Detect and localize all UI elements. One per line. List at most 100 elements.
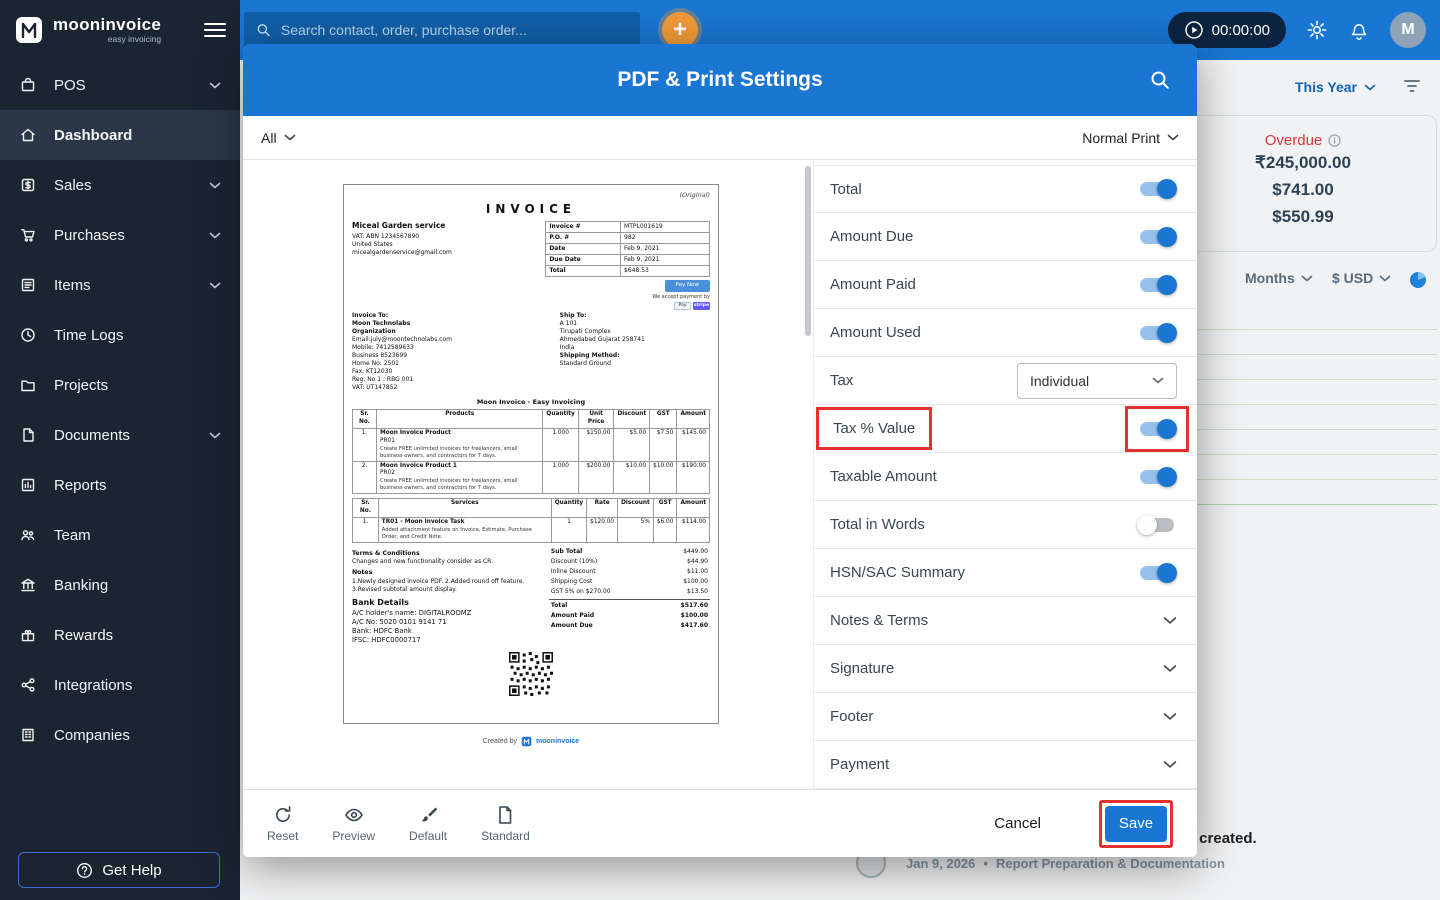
cell: $6.00 <box>652 516 678 543</box>
sidebar-item-label: Integrations <box>54 676 133 694</box>
sidebar-item-team[interactable]: Team <box>0 510 240 560</box>
standard-label: Standard <box>481 828 530 843</box>
cell: 1.000 <box>542 460 579 495</box>
dialog-footer: Reset Preview Default Standard Cancel Sa… <box>243 789 1197 857</box>
section-signature[interactable]: Signature <box>814 645 1197 693</box>
meta-value: Feb 9, 2021 <box>620 254 710 267</box>
section-footer[interactable]: Footer <box>814 693 1197 741</box>
notifications-bell-icon[interactable] <box>1348 19 1370 41</box>
total-in-words-toggle[interactable] <box>1137 514 1177 535</box>
tax-percent-value-toggle[interactable] <box>1137 418 1177 439</box>
section-payment[interactable]: Payment <box>814 741 1197 789</box>
setting-row-amount-used: Amount Used <box>814 309 1197 357</box>
cell: $10.00 <box>649 460 678 495</box>
global-search[interactable] <box>244 12 640 48</box>
sidebar-item-label: Sales <box>54 176 92 194</box>
cancel-button[interactable]: Cancel <box>994 815 1041 832</box>
user-avatar[interactable]: M <box>1390 12 1426 48</box>
meta-value: MTPL001619 <box>620 220 710 234</box>
total-key: Inline Discount <box>550 567 596 575</box>
dialog-search-icon[interactable] <box>1149 69 1171 91</box>
menu-hamburger-icon[interactable] <box>204 22 226 38</box>
total-key: Shipping Cost <box>550 577 593 585</box>
seller-name: Miceal Garden service <box>352 220 446 230</box>
setting-label: Tax % Value <box>833 420 916 437</box>
buyer-line: Email:july@moontechnolabs.com <box>352 335 452 343</box>
quick-add-button[interactable]: + <box>662 12 698 48</box>
print-mode-dropdown[interactable]: Normal Print <box>1082 130 1179 146</box>
total-value: $13.50 <box>687 588 708 596</box>
get-help-button[interactable]: Get Help <box>18 852 220 888</box>
reset-button[interactable]: Reset <box>267 805 298 843</box>
section-label: Footer <box>830 708 874 725</box>
search-input[interactable] <box>280 22 628 38</box>
sidebar-item-reports[interactable]: Reports <box>0 460 240 510</box>
chevron-down-icon <box>209 82 221 88</box>
meta-key: Date <box>545 243 622 256</box>
product-name: Moon Invoice Product <box>380 429 451 436</box>
total-value: $417.60 <box>680 622 708 630</box>
preview-scrollbar[interactable] <box>805 166 811 336</box>
seller-block: Miceal Garden service VAT: ABN 123456789… <box>352 221 538 277</box>
col-header: GST <box>649 409 678 429</box>
sidebar-item-pos[interactable]: POS <box>0 60 240 110</box>
total-toggle[interactable] <box>1137 179 1177 199</box>
amount-paid-toggle[interactable] <box>1137 274 1177 295</box>
save-button[interactable]: Save <box>1105 805 1167 842</box>
ship-line: Tirupati Complex <box>559 327 611 335</box>
sidebar-item-time-logs[interactable]: Time Logs <box>0 310 240 360</box>
cell: 1. <box>352 516 379 543</box>
section-label: Signature <box>830 660 895 677</box>
chevron-down-icon <box>209 282 221 288</box>
timer-widget[interactable]: 00:00:00 <box>1167 12 1286 48</box>
preview-button[interactable]: Preview <box>332 805 375 843</box>
settings-gear-icon[interactable] <box>1306 19 1328 41</box>
sidebar-item-rewards[interactable]: Rewards <box>0 610 240 660</box>
cell: 1 <box>550 516 588 543</box>
table-row: 1. Moon Invoice Product PR01 Create FREE u… <box>352 427 710 462</box>
play-icon[interactable] <box>1184 20 1204 40</box>
sidebar-item-purchases[interactable]: Purchases <box>0 210 240 260</box>
setting-label: Amount Due <box>830 228 914 245</box>
filter-all-dropdown[interactable]: All <box>261 130 296 146</box>
clock-icon <box>21 328 35 342</box>
seller-line: United States <box>352 241 393 249</box>
ship-line: Ahmedabad Gujarat 258741 <box>559 335 645 343</box>
amount-used-toggle[interactable] <box>1137 322 1177 343</box>
sidebar-item-items[interactable]: Items <box>0 260 240 310</box>
invoice-banner: Moon Invoice - Easy Invoicing <box>476 397 586 406</box>
pos-icon <box>21 77 35 92</box>
sidebar-item-companies[interactable]: Companies <box>0 710 240 760</box>
sidebar-item-label: Dashboard <box>54 126 133 144</box>
section-notes-terms[interactable]: Notes & Terms <box>814 597 1197 645</box>
col-header: Products <box>375 409 544 429</box>
reset-icon <box>275 805 291 822</box>
buyer-line: Business 8523699 <box>352 352 408 360</box>
standard-button[interactable]: Standard <box>481 805 530 843</box>
sidebar-item-projects[interactable]: Projects <box>0 360 240 410</box>
invoice-to-heading: Invoice To: <box>352 311 389 319</box>
avatar-initial: M <box>1401 21 1415 38</box>
sidebar-item-banking[interactable]: Banking <box>0 560 240 610</box>
hsn-sac-summary-toggle[interactable] <box>1137 562 1177 583</box>
shipping-method-label: Shipping Method: <box>559 352 620 360</box>
taxable-amount-toggle[interactable] <box>1137 466 1177 487</box>
tax-mode-select[interactable]: Individual <box>1017 362 1177 399</box>
sidebar-item-documents[interactable]: Documents <box>0 410 240 460</box>
setting-label: Amount Paid <box>830 276 916 293</box>
service-desc: Added attachment feature on Invoice, Est… <box>381 526 532 540</box>
service-name: TR01 - Moon Invoice Task <box>381 518 465 525</box>
print-settings-list: Total Amount Due Amount Paid Amount Used… <box>813 160 1197 789</box>
sidebar-item-integrations[interactable]: Integrations <box>0 660 240 710</box>
logo-text: mooninvoice easy invoicing <box>53 16 161 44</box>
default-button[interactable]: Default <box>409 805 447 843</box>
highlight-box-toggle <box>1125 405 1189 452</box>
amount-due-toggle[interactable] <box>1137 226 1177 247</box>
created-by-text: Created by <box>482 738 518 745</box>
col-header: Quantity <box>550 498 588 518</box>
setting-label: Total in Words <box>830 516 925 533</box>
sidebar-item-dashboard[interactable]: Dashboard <box>0 110 240 160</box>
pay-now-button[interactable]: Pay Now <box>664 280 710 292</box>
setting-row-tax: Tax Individual <box>814 357 1197 405</box>
sidebar-item-sales[interactable]: Sales <box>0 160 240 210</box>
